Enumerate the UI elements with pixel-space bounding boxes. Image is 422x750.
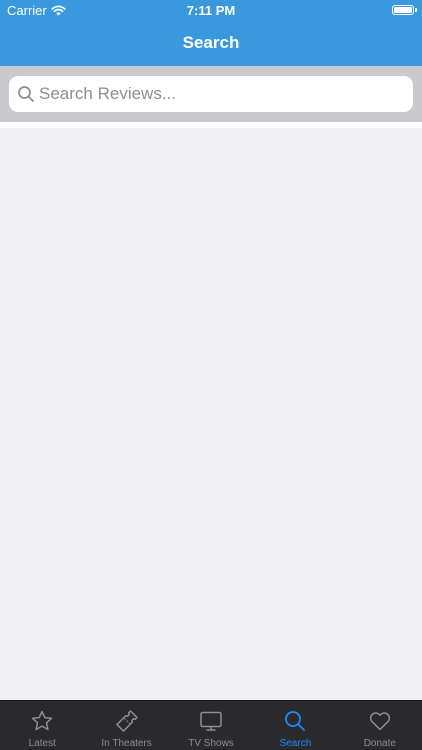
search-results-area[interactable]: [0, 128, 422, 700]
heart-icon: [369, 712, 390, 731]
tab-label: Latest: [28, 738, 56, 749]
status-time: 7:11 PM: [186, 3, 236, 18]
tab-latest[interactable]: Latest: [0, 701, 84, 750]
search-bar: [0, 66, 422, 122]
ticket-icon: [115, 710, 138, 732]
page-title: Search: [182, 33, 240, 52]
tab-in-theaters[interactable]: In Theaters: [84, 701, 168, 750]
tab-label: Search: [279, 738, 312, 749]
battery-icon: [392, 5, 417, 15]
status-bar: Carrier 7:11 PM: [0, 0, 422, 22]
navigation-header: Carrier 7:11 PM Search: [0, 0, 422, 66]
tab-tv-shows[interactable]: TV Shows: [169, 701, 253, 750]
search-icon: [285, 711, 306, 731]
tab-label: Donate: [363, 738, 396, 749]
search-input[interactable]: [39, 76, 399, 112]
tab-label: TV Shows: [188, 738, 234, 749]
tab-label: In Theaters: [101, 738, 152, 749]
tab-search[interactable]: Search: [253, 701, 337, 750]
tv-icon: [200, 711, 222, 731]
star-icon: [31, 710, 53, 731]
search-icon: [18, 86, 34, 102]
search-field[interactable]: [9, 76, 413, 112]
tab-donate[interactable]: Donate: [338, 701, 422, 750]
tab-bar: Latest In Theaters TV Shows Search Donat…: [0, 700, 422, 750]
